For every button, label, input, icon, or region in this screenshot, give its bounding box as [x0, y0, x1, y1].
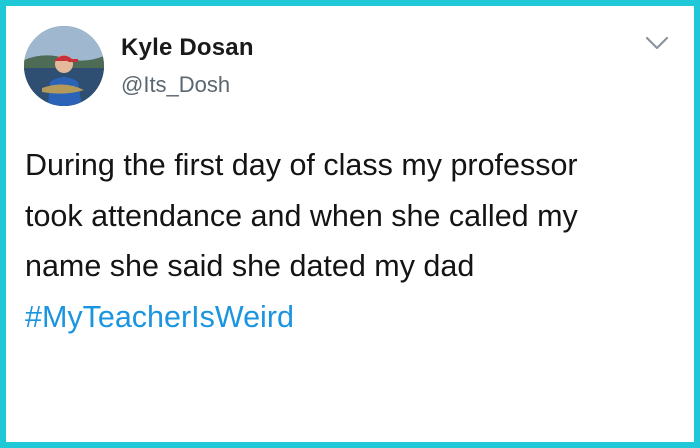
- avatar-photo: [24, 26, 104, 106]
- display-name[interactable]: Kyle Dosan: [121, 34, 254, 62]
- tweet-card: Kyle Dosan @Its_Dosh During the first da…: [6, 6, 694, 442]
- tweet-text-line: name she said she dated my dad: [25, 249, 475, 283]
- tweet-text: During the first day of class my profess…: [25, 140, 685, 342]
- tweet-text-line: During the first day of class my profess…: [25, 148, 578, 182]
- tweet-text-line: took attendance and when she called my: [25, 198, 578, 233]
- chevron-down-icon[interactable]: [642, 33, 672, 53]
- avatar[interactable]: [24, 26, 104, 106]
- hashtag-link[interactable]: #MyTeacherIsWeird: [25, 292, 685, 343]
- user-handle[interactable]: @Its_Dosh: [121, 72, 230, 98]
